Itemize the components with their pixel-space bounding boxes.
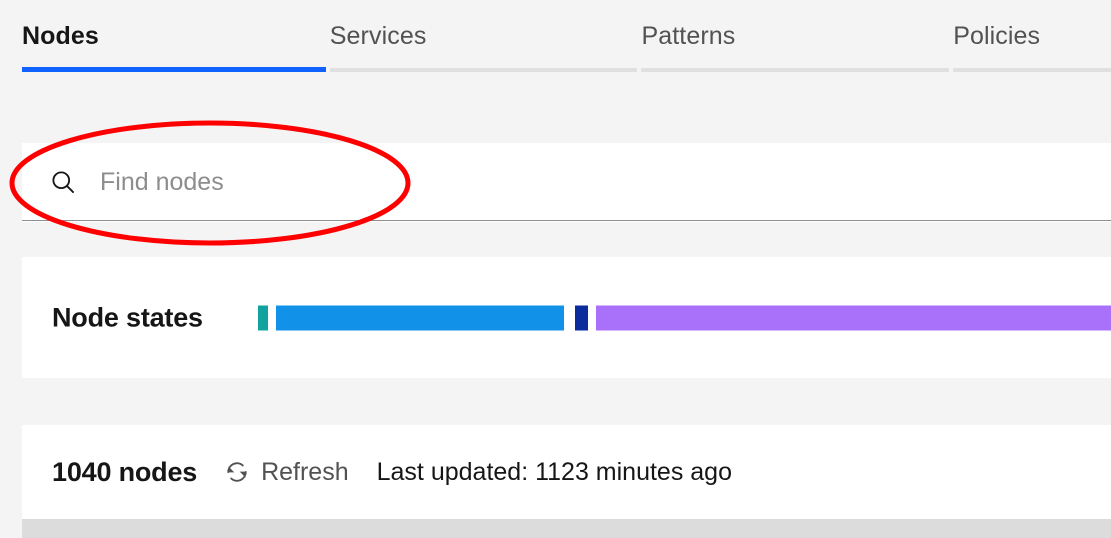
node-count: 1040 nodes	[52, 456, 198, 487]
refresh-button[interactable]: Refresh	[223, 458, 349, 487]
node-states-panel: Node states	[22, 257, 1111, 378]
tab-bar: Nodes Services Patterns Policies	[0, 0, 1111, 80]
segment-gap	[588, 305, 596, 330]
node-states-row: Node states	[22, 257, 1111, 378]
table-header-strip	[22, 519, 1111, 538]
tab-services[interactable]: Services	[329, 0, 638, 72]
segment-gap	[268, 305, 276, 330]
tab-nodes[interactable]: Nodes	[22, 0, 326, 72]
segment-gap	[564, 305, 575, 330]
last-updated-text: Last updated: 1123 minutes ago	[376, 457, 732, 486]
tab-policies-label: Policies	[953, 21, 1041, 50]
node-state-segment-blue[interactable]	[276, 305, 564, 330]
node-state-segment-teal[interactable]	[258, 305, 268, 330]
node-states-bar[interactable]	[258, 305, 1111, 330]
tab-list: Nodes Services Patterns Policies	[22, 0, 1111, 72]
refresh-icon	[223, 458, 251, 486]
nodes-page: Nodes Services Patterns Policies Find no…	[0, 0, 1111, 538]
node-summary-panel: 1040 nodes Refresh Last updated: 1123 mi…	[22, 425, 1111, 519]
search-panel	[22, 143, 1111, 222]
node-summary-row: 1040 nodes Refresh Last updated: 1123 mi…	[22, 425, 1111, 519]
tab-nodes-label: Nodes	[22, 21, 99, 50]
tab-policies[interactable]: Policies	[953, 0, 1111, 72]
refresh-label: Refresh	[261, 457, 349, 486]
search-icon	[49, 168, 77, 196]
node-state-segment-navy[interactable]	[575, 305, 588, 330]
tab-patterns-underline	[641, 68, 950, 72]
tab-patterns-label: Patterns	[641, 21, 736, 50]
search-row[interactable]	[22, 143, 1111, 221]
tab-nodes-underline	[22, 67, 326, 72]
tab-patterns[interactable]: Patterns	[641, 0, 950, 72]
search-input[interactable]	[100, 143, 1091, 221]
node-state-segment-purple[interactable]	[596, 305, 1111, 330]
tab-services-underline	[329, 68, 638, 72]
node-states-label: Node states	[52, 302, 203, 332]
tab-policies-underline	[953, 68, 1111, 72]
tab-services-label: Services	[329, 21, 427, 50]
